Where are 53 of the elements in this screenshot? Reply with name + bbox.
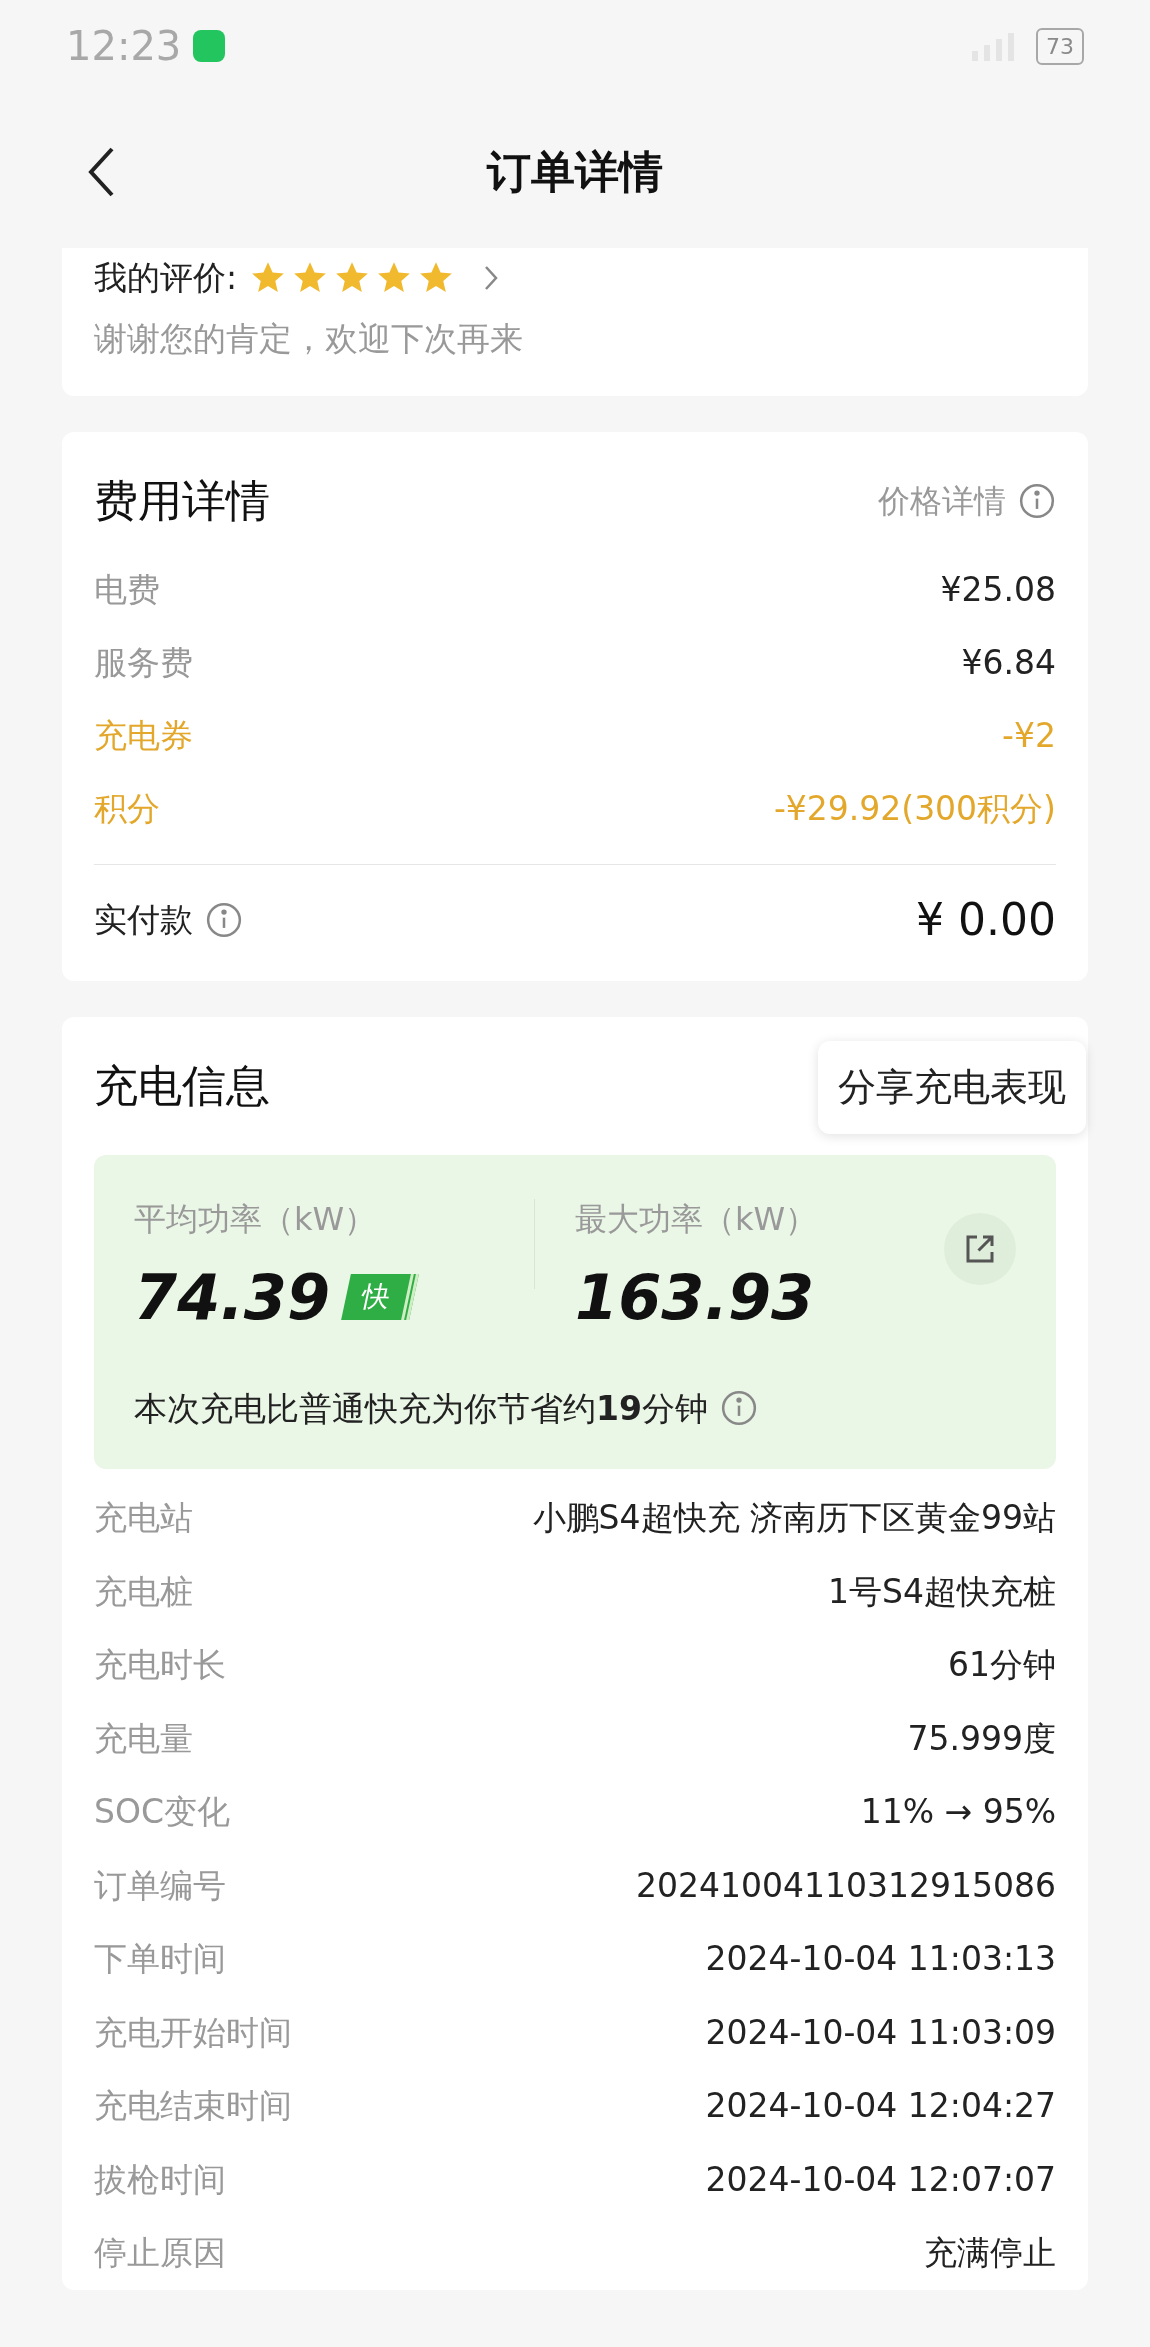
saving-note: 本次充电比普通快充为你节省约19分钟	[134, 1387, 708, 1430]
avg-power-label: 平均功率（kW）	[134, 1198, 378, 1240]
info-value: 2024-10-04 12:04:27	[705, 2085, 1056, 2127]
info-value: 11% → 95%	[860, 1791, 1056, 1833]
info-label: 充电站	[94, 1497, 193, 1539]
info-label: 拔枪时间	[94, 2158, 226, 2201]
total-label: 实付款	[94, 898, 193, 941]
avg-power-value: 74.39	[134, 1259, 331, 1336]
section-title: 费用详情	[94, 473, 270, 528]
fee-value: -¥2	[1002, 715, 1056, 758]
fee-label: 充电券	[94, 715, 193, 758]
fee-label: 服务费	[94, 642, 193, 685]
info-value: 2024-10-04 11:03:09	[705, 2011, 1056, 2054]
status-time: 12:23	[66, 22, 182, 71]
fee-value: ¥25.08	[940, 569, 1056, 612]
info-value: 75.999度	[907, 1717, 1056, 1760]
info-value: 小鹏S4超快充 济南历下区黄金99站	[532, 1497, 1056, 1539]
info-value: 充满停止	[924, 2232, 1056, 2274]
info-icon[interactable]	[1018, 481, 1056, 520]
info-label: 下单时间	[94, 1938, 226, 1980]
back-icon[interactable]	[86, 146, 116, 198]
info-label: 停止原因	[94, 2232, 226, 2274]
chat-app-icon	[193, 30, 226, 62]
info-value: 20241004110312915086	[636, 1864, 1056, 1907]
info-label: 充电量	[94, 1717, 193, 1760]
info-label: 充电结束时间	[94, 2085, 292, 2127]
info-value: 61分钟	[948, 1644, 1056, 1686]
total-value: ¥ 0.00	[916, 892, 1056, 947]
tooltip: 分享充电表现	[818, 1040, 1086, 1134]
info-value: 2024-10-04 11:03:13	[705, 1938, 1056, 1980]
info-label: SOC变化	[94, 1791, 230, 1833]
rating-comment: 谢谢您的肯定，欢迎下次再来	[94, 318, 524, 360]
info-icon[interactable]	[719, 1389, 758, 1428]
info-label: 充电开始时间	[94, 2011, 292, 2054]
rating-label: 我的评价:	[94, 257, 238, 300]
price-details-link[interactable]: 价格详情	[878, 476, 1006, 525]
fee-value: -¥29.92(300积分)	[773, 788, 1056, 831]
page-title: 订单详情	[487, 145, 663, 199]
battery-indicator: 73	[1036, 27, 1084, 65]
fee-label: 积分	[94, 788, 160, 831]
max-power-label: 最大功率（kW）	[575, 1198, 818, 1240]
info-label: 充电桩	[94, 1570, 193, 1613]
chevron-right-icon[interactable]	[483, 264, 500, 292]
info-label: 充电时长	[94, 1644, 226, 1686]
max-power-value: 163.93	[575, 1259, 816, 1336]
info-icon[interactable]	[205, 900, 243, 939]
section-title: 充电信息	[94, 1058, 270, 1113]
fast-badge: 快	[341, 1274, 419, 1320]
fee-value: ¥6.84	[961, 642, 1056, 685]
fee-label: 电费	[94, 569, 160, 612]
info-value: 2024-10-04 12:07:07	[705, 2158, 1056, 2201]
info-label: 订单编号	[94, 1864, 226, 1907]
info-value: 1号S4超快充桩	[828, 1570, 1056, 1613]
